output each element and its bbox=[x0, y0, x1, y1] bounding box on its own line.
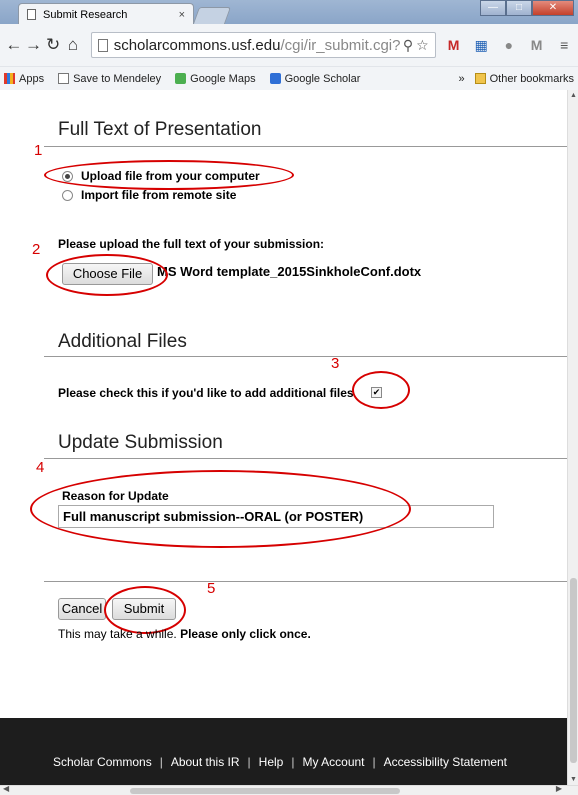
forward-arrow-icon[interactable]: → bbox=[24, 35, 44, 55]
apps-grid-icon bbox=[4, 73, 15, 84]
scroll-up-arrow-icon[interactable]: ▲ bbox=[570, 92, 577, 99]
footer-link-scholar-commons[interactable]: Scholar Commons bbox=[53, 755, 152, 769]
import-radio[interactable] bbox=[62, 189, 73, 201]
scroll-left-arrow-icon[interactable]: ◀ bbox=[3, 784, 9, 793]
bookmarks-overflow-button[interactable]: » bbox=[459, 73, 465, 85]
url-host: scholarcommons.usf.edu bbox=[113, 36, 281, 54]
bookmark-label: Google Maps bbox=[190, 72, 256, 85]
footer-separator: | bbox=[159, 755, 163, 769]
other-bookmarks-folder[interactable]: Other bookmarks bbox=[474, 72, 574, 85]
footer-separator: | bbox=[291, 755, 295, 769]
annotation-number-4: 4 bbox=[36, 459, 45, 476]
choose-file-button[interactable]: Choose File bbox=[62, 263, 153, 285]
update-submission-heading: Update Submission bbox=[58, 432, 223, 453]
bookmark-label: Google Scholar bbox=[284, 72, 361, 85]
bookmarks-bar: Apps Save to Mendeley Google Maps Google… bbox=[0, 66, 578, 90]
tab-close-button[interactable]: × bbox=[179, 9, 185, 21]
maps-icon bbox=[175, 73, 187, 84]
upload-option-label: Upload file from your computer bbox=[81, 169, 260, 183]
tab-title: Submit Research bbox=[43, 8, 128, 21]
footer-link-about[interactable]: About this IR bbox=[171, 755, 240, 769]
import-option-label: Import file from remote site bbox=[81, 188, 237, 202]
footer-link-help[interactable]: Help bbox=[259, 755, 284, 769]
form-divider bbox=[44, 581, 567, 582]
horizontal-scroll-thumb[interactable] bbox=[130, 788, 400, 794]
footer-link-my-account[interactable]: My Account bbox=[302, 755, 364, 769]
vertical-scroll-thumb[interactable] bbox=[570, 578, 577, 763]
additional-files-checkbox[interactable]: ✔ bbox=[371, 387, 382, 398]
footer-separator: | bbox=[247, 755, 251, 769]
folder-icon bbox=[474, 73, 486, 84]
url-path: /cgi/ir_submit.cgi?a bbox=[280, 36, 400, 54]
site-footer: Scholar Commons | About this IR | Help |… bbox=[0, 718, 567, 785]
bookmark-label: Other bookmarks bbox=[489, 72, 574, 85]
vertical-scrollbar[interactable]: ▲ ▼ bbox=[567, 90, 578, 785]
menu-icon[interactable]: ≡ bbox=[554, 36, 574, 54]
bookmark-google-maps[interactable]: Google Maps bbox=[175, 72, 256, 85]
reason-label: Reason for Update bbox=[62, 489, 169, 503]
back-arrow-icon[interactable]: ← bbox=[4, 35, 24, 55]
page-viewport: Full Text of Presentation 1 Upload file … bbox=[0, 90, 567, 785]
reason-input[interactable] bbox=[58, 505, 494, 528]
address-bar[interactable]: scholarcommons.usf.edu /cgi/ir_submit.cg… bbox=[90, 32, 436, 58]
window-controls: — □ ✕ bbox=[480, 0, 574, 16]
selected-file-name: MS Word template_2015SinkholeConf.dotx bbox=[157, 264, 422, 279]
bookmark-google-scholar[interactable]: Google Scholar bbox=[269, 72, 361, 85]
close-window-button[interactable]: ✕ bbox=[532, 0, 574, 16]
minimize-button[interactable]: — bbox=[480, 0, 506, 16]
footer-links: Scholar Commons | About this IR | Help |… bbox=[53, 755, 507, 769]
browser-tab[interactable]: Submit Research × bbox=[18, 3, 194, 25]
submit-button[interactable]: Submit bbox=[112, 598, 176, 620]
section-divider bbox=[44, 458, 567, 459]
additional-files-heading: Additional Files bbox=[58, 331, 187, 352]
browser-toolbar: ← → ↻ ⌂ scholarcommons.usf.edu /cgi/ir_s… bbox=[0, 24, 578, 66]
gmail-icon[interactable]: M bbox=[444, 36, 464, 54]
mail-checker-icon[interactable]: M bbox=[527, 36, 547, 54]
page-icon bbox=[97, 38, 108, 52]
footer-separator: | bbox=[372, 755, 376, 769]
document-icon bbox=[58, 73, 70, 84]
bookmark-label: Save to Mendeley bbox=[73, 72, 162, 85]
scroll-right-arrow-icon[interactable]: ▶ bbox=[556, 784, 562, 793]
bookmark-label: Apps bbox=[19, 72, 45, 85]
home-icon[interactable]: ⌂ bbox=[63, 35, 83, 55]
zoom-icon[interactable]: ⚲ bbox=[403, 37, 413, 54]
horizontal-scrollbar[interactable]: ◀ ▶ bbox=[0, 784, 578, 795]
bookmark-apps[interactable]: Apps bbox=[4, 73, 44, 85]
upload-file-option[interactable]: Upload file from your computer bbox=[62, 169, 260, 183]
submit-note: This may take a while. Please only click… bbox=[58, 627, 311, 641]
section-divider bbox=[44, 356, 567, 357]
annotation-number-2: 2 bbox=[32, 241, 41, 258]
annotation-number-5: 5 bbox=[207, 580, 216, 597]
scholar-icon bbox=[269, 73, 281, 84]
reload-icon[interactable]: ↻ bbox=[43, 35, 63, 55]
tab-strip: Submit Research × — □ ✕ bbox=[0, 0, 578, 25]
footer-link-accessibility[interactable]: Accessibility Statement bbox=[384, 755, 507, 769]
document-icon bbox=[27, 9, 36, 20]
browser-chrome: Submit Research × — □ ✕ ← → ↻ ⌂ scholarc… bbox=[0, 0, 578, 90]
calendar-extension-icon[interactable]: ▦ bbox=[471, 36, 491, 54]
note-prefix: This may take a while. bbox=[58, 627, 177, 641]
note-emphasis: Please only click once. bbox=[180, 627, 311, 641]
full-text-heading: Full Text of Presentation bbox=[58, 119, 262, 140]
import-file-option[interactable]: Import file from remote site bbox=[62, 188, 236, 202]
annotation-number-3: 3 bbox=[331, 355, 340, 372]
scroll-down-arrow-icon[interactable]: ▼ bbox=[570, 776, 577, 783]
cancel-button[interactable]: Cancel bbox=[58, 598, 106, 620]
annotation-number-1: 1 bbox=[34, 142, 43, 159]
section-divider bbox=[44, 146, 567, 147]
bookmark-star-icon[interactable]: ☆ bbox=[416, 37, 429, 54]
pinterest-icon[interactable]: ● bbox=[499, 36, 519, 54]
maximize-button[interactable]: □ bbox=[506, 0, 532, 16]
new-tab-button[interactable] bbox=[192, 7, 232, 24]
upload-radio[interactable] bbox=[62, 170, 73, 182]
additional-files-prompt: Please check this if you'd like to add a… bbox=[58, 386, 354, 400]
upload-prompt: Please upload the full text of your subm… bbox=[58, 237, 325, 251]
bookmark-save-to-mendeley[interactable]: Save to Mendeley bbox=[58, 73, 161, 85]
